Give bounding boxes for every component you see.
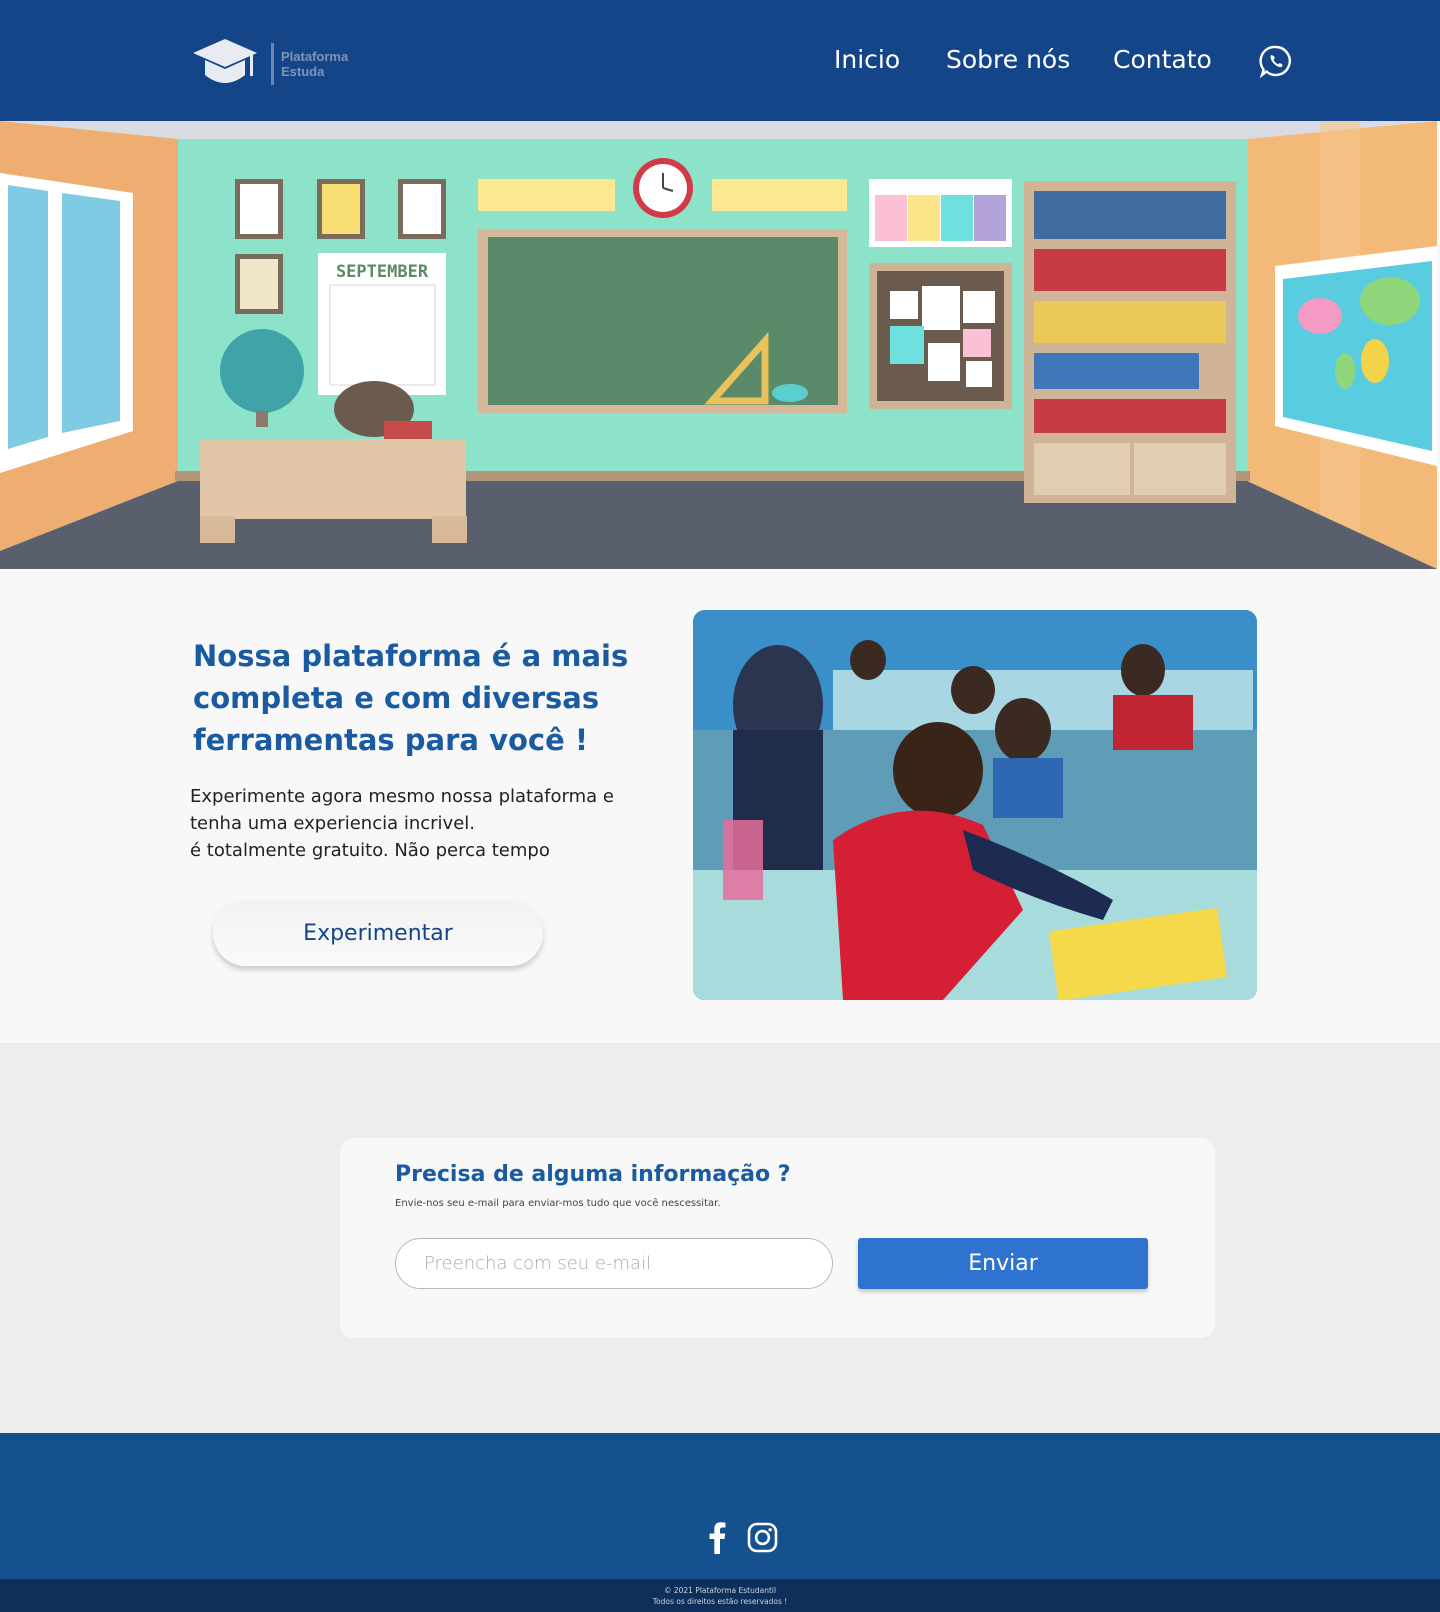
facebook-icon[interactable] xyxy=(708,1521,726,1554)
copyright-line-2: Todos os direitos estão reservados ! xyxy=(652,1597,788,1606)
site-footer xyxy=(0,1433,1440,1579)
intro-text-line-2: tenha uma experiencia incrivel. xyxy=(190,813,475,834)
newsletter-card: Precisa de alguma informação ? Envie-nos… xyxy=(340,1138,1215,1338)
instagram-icon[interactable] xyxy=(747,1522,778,1553)
intro-text: Experimente agora mesmo nossa plataforma… xyxy=(190,783,640,864)
intro-title: Nossa plataforma é a mais completa e com… xyxy=(193,639,629,757)
intro-section: Nossa plataforma é a mais completa e com… xyxy=(0,569,1440,1043)
students-photo-illustration xyxy=(693,610,1257,1000)
experimentar-button[interactable]: Experimentar xyxy=(213,900,543,966)
students-classroom-photo xyxy=(693,610,1257,1000)
nav-inicio[interactable]: Inicio xyxy=(834,45,900,74)
enviar-button[interactable]: Enviar xyxy=(858,1238,1148,1289)
newsletter-title: Precisa de alguma informação ? xyxy=(395,1162,791,1187)
copyright-line-1: © 2021 Plataforma Estudantil xyxy=(663,1586,777,1595)
email-input[interactable] xyxy=(395,1238,833,1289)
site-header: Plataforma Estuda Inicio Sobre nós Conta… xyxy=(0,0,1440,121)
logo-divider xyxy=(271,43,274,85)
classroom-illustration: SEPTEMBER xyxy=(0,121,1437,569)
graduation-cap-icon xyxy=(193,39,257,83)
nav-sobre-nos[interactable]: Sobre nós xyxy=(946,45,1070,74)
copyright-bar: © 2021 Plataforma Estudantil Todos os di… xyxy=(0,1579,1440,1612)
nav-contato[interactable]: Contato xyxy=(1113,45,1212,74)
whatsapp-icon[interactable] xyxy=(1259,44,1293,78)
intro-text-line-1: Experimente agora mesmo nossa plataforma… xyxy=(190,786,614,807)
hero-classroom-illustration: SEPTEMBER xyxy=(0,121,1437,569)
newsletter-subtitle: Envie-nos seu e-mail para enviar-mos tud… xyxy=(395,1198,721,1209)
calendar-month: SEPTEMBER xyxy=(336,262,429,282)
logo-line-2: Estuda xyxy=(281,64,325,79)
intro-text-line-3: é totalmente gratuito. Não perca tempo xyxy=(190,840,550,861)
logo-text: Plataforma Estuda xyxy=(281,49,348,79)
newsletter-section: Precisa de alguma informação ? Envie-nos… xyxy=(0,1043,1440,1433)
logo-line-1: Plataforma xyxy=(281,49,349,64)
logo[interactable]: Plataforma Estuda xyxy=(193,37,363,91)
